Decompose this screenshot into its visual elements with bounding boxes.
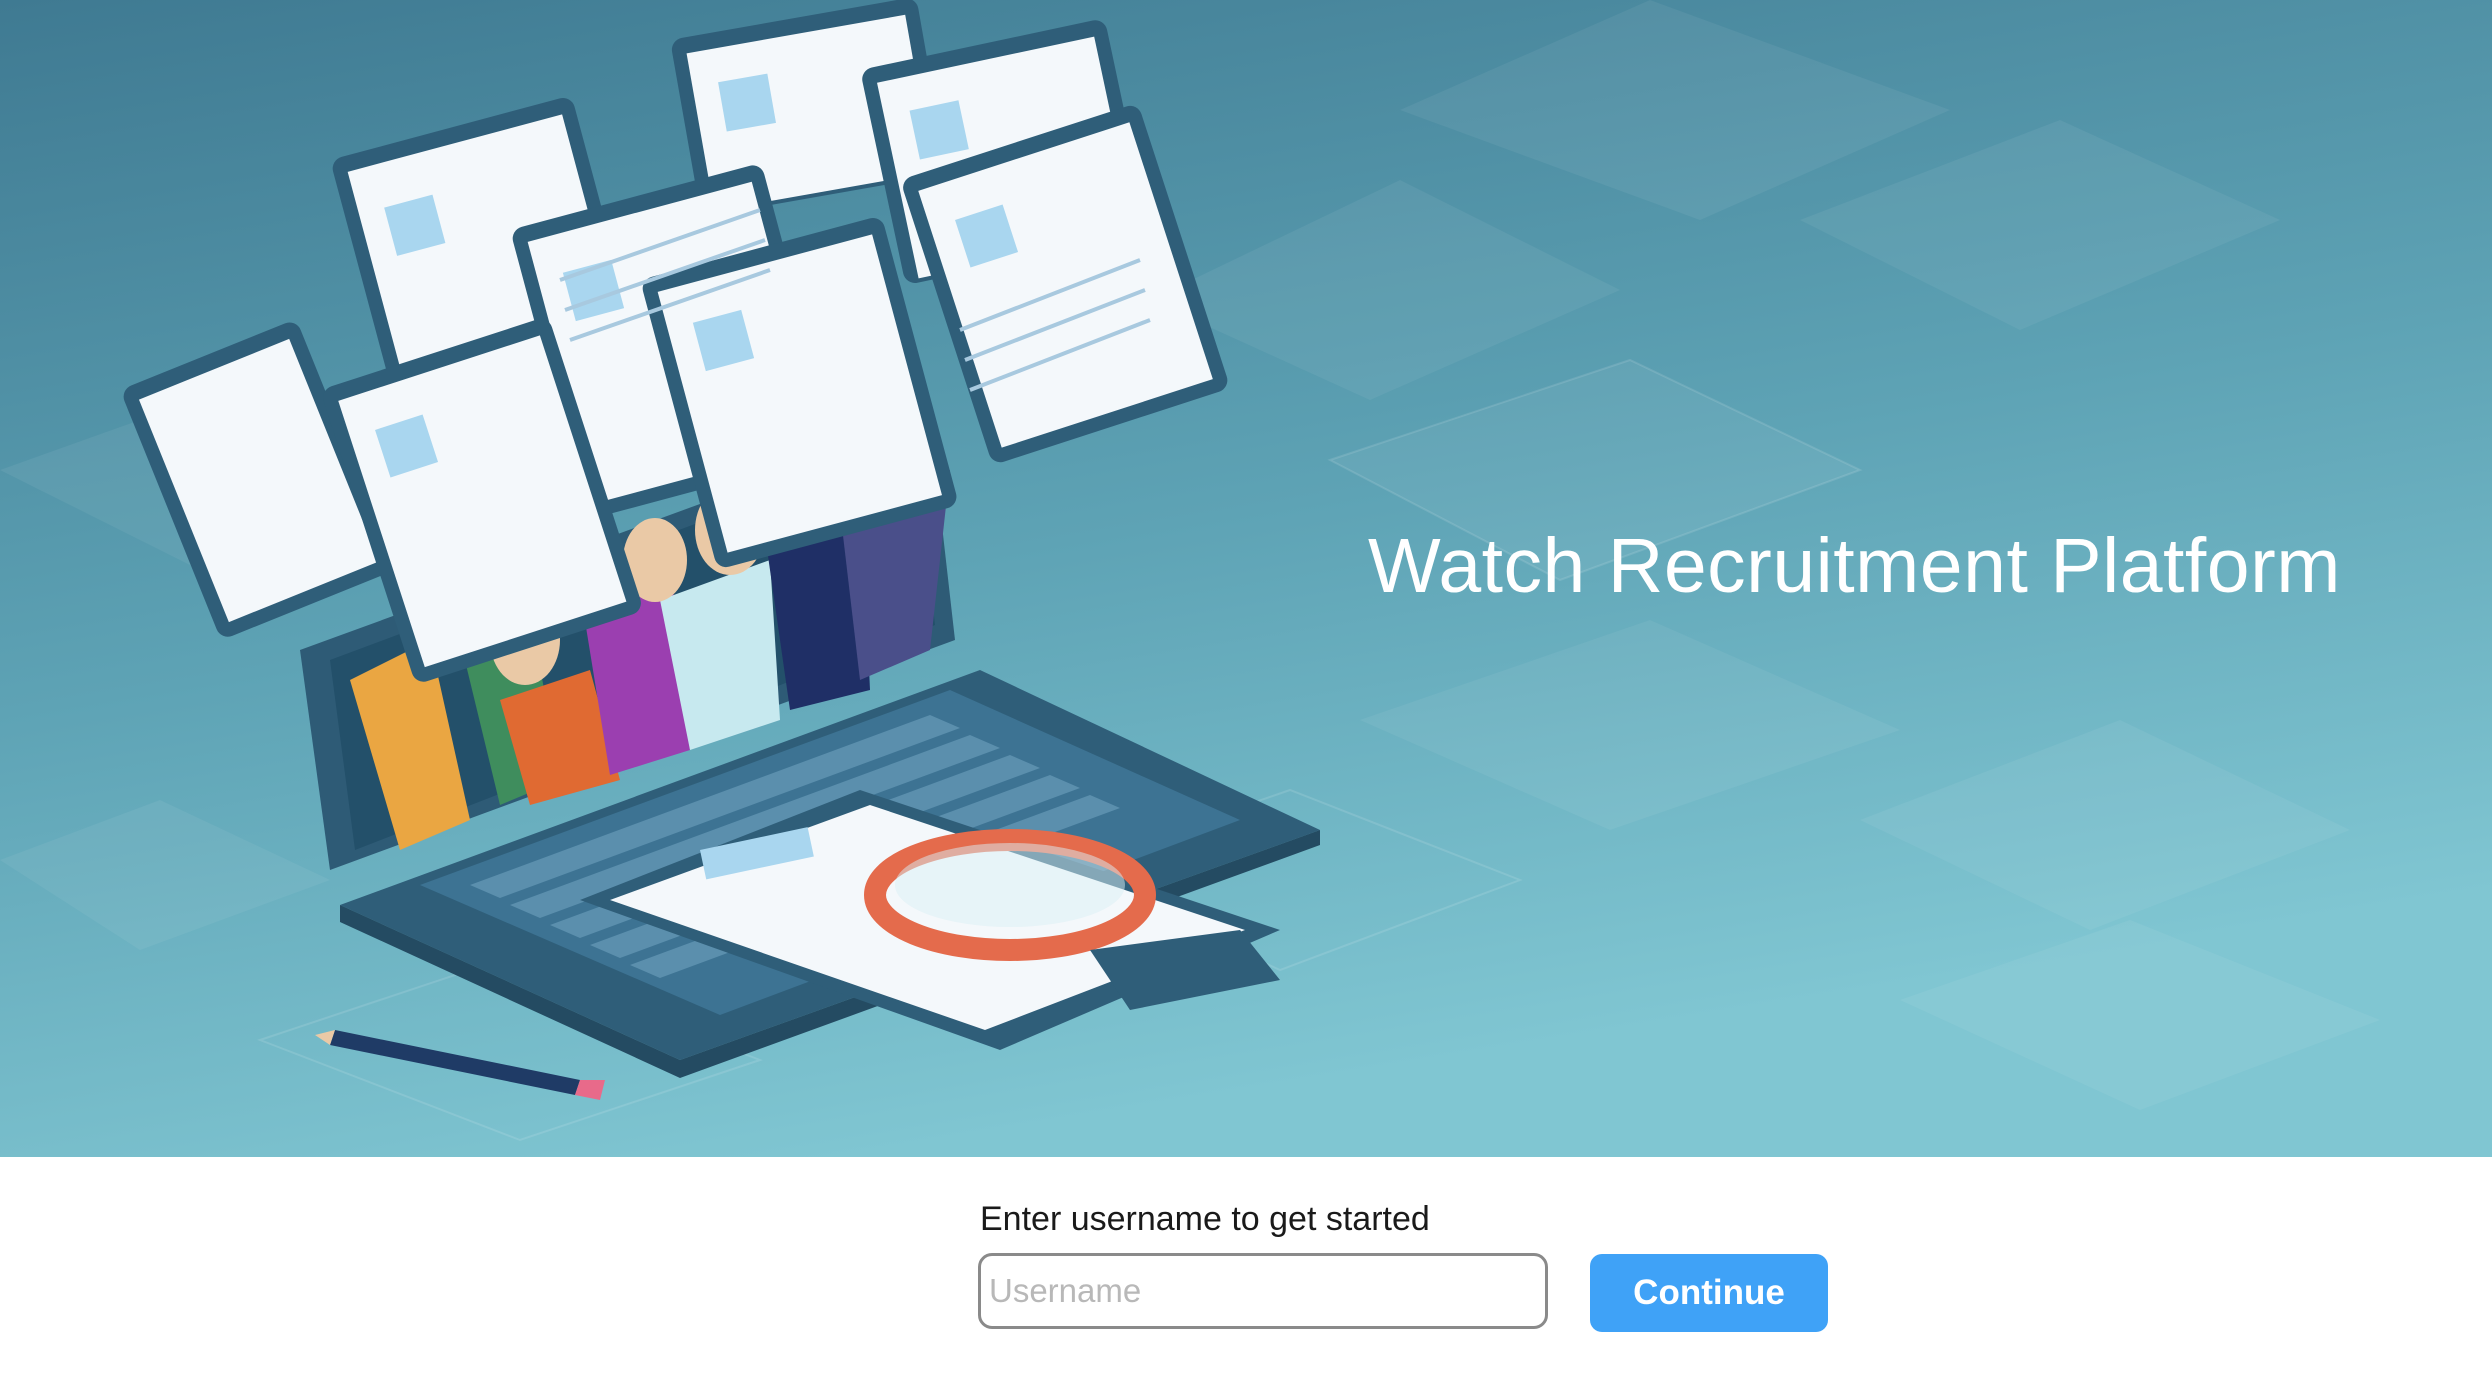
hero-banner: Watch Recruitment Platform: [0, 0, 2492, 1157]
username-prompt: Enter username to get started: [980, 1200, 1430, 1238]
username-input[interactable]: [978, 1253, 1548, 1329]
continue-button[interactable]: Continue: [1590, 1254, 1828, 1332]
page-title: Watch Recruitment Platform: [1368, 523, 2341, 609]
